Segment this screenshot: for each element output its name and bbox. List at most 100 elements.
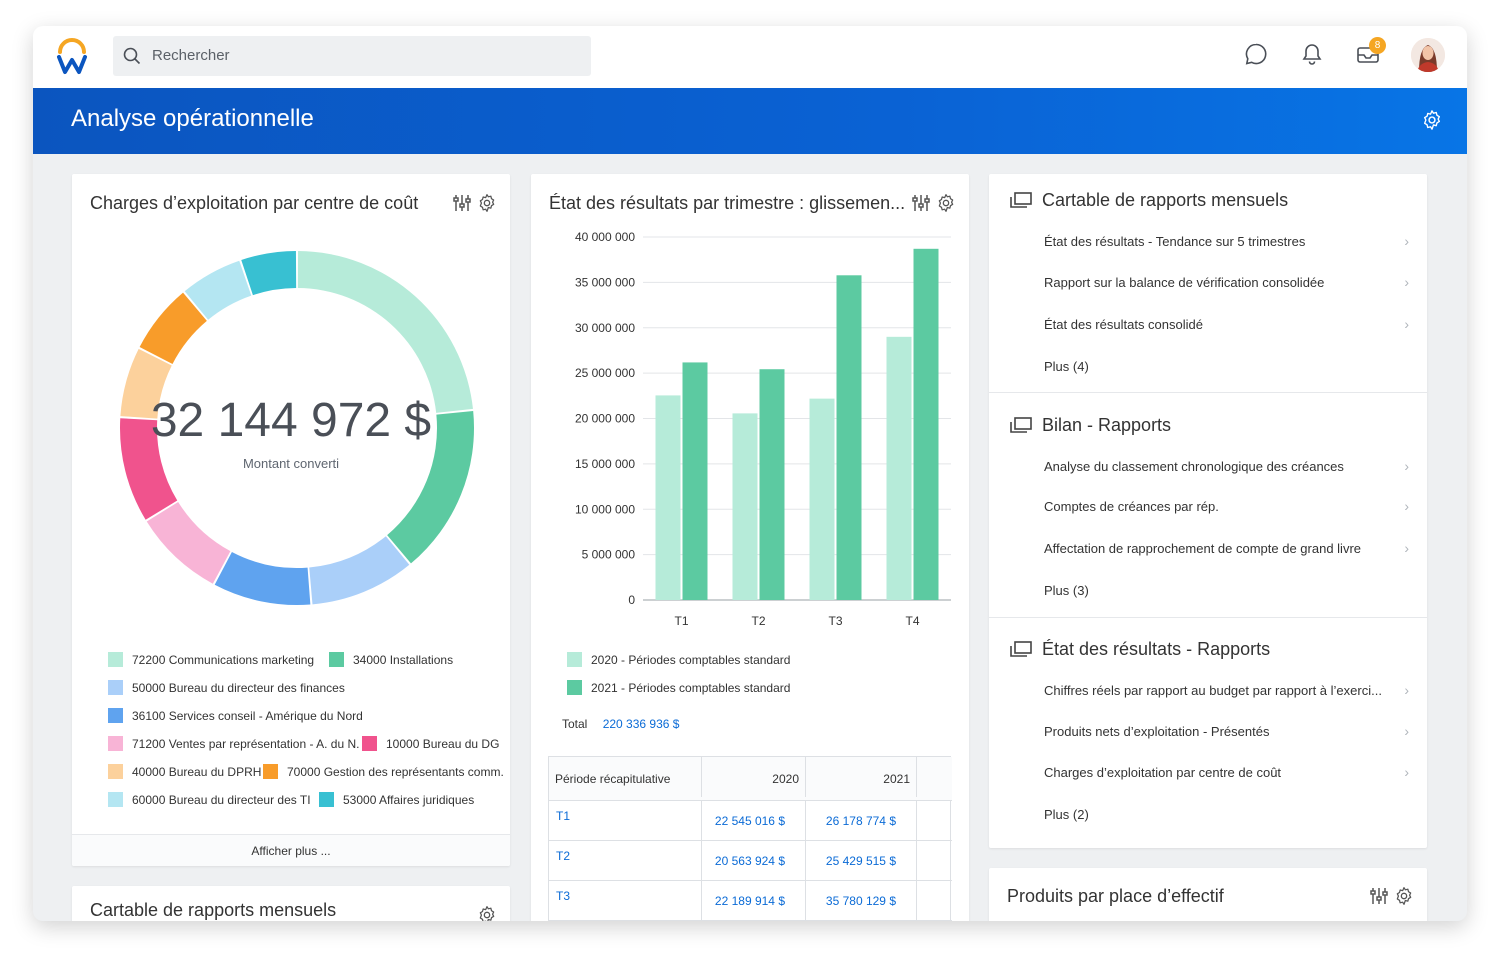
chevron-right-icon: › <box>1404 764 1409 780</box>
report-link[interactable]: Comptes de créances par rép. › <box>1044 498 1409 514</box>
chevron-right-icon: › <box>1404 540 1409 556</box>
legend-item[interactable]: 71200 Ventes par représentation - A. du … <box>108 736 359 751</box>
bar[interactable] <box>886 336 912 600</box>
legend-label: 60000 Bureau du directeur des TI <box>132 793 311 807</box>
y-tick-label: 35 000 000 <box>575 275 635 289</box>
monthly-reports-card: Cartable de rapports mensuels <box>72 886 510 921</box>
legend-item[interactable]: 2021 - Périodes comptables standard <box>567 680 790 695</box>
show-more-button[interactable]: Afficher plus ... <box>72 834 510 866</box>
legend-label: 2020 - Périodes comptables standard <box>591 653 791 667</box>
table-header: Période récapitulative 2020 2021 <box>549 757 952 801</box>
divider <box>989 392 1427 393</box>
more-link[interactable]: Plus (3) <box>1044 583 1409 598</box>
report-link[interactable]: Charges d’exploitation par centre de coû… <box>1044 764 1409 780</box>
report-link[interactable]: Affectation de rapprochement de compte d… <box>1044 540 1409 556</box>
card-title: Cartable de rapports mensuels <box>90 900 337 920</box>
report-section-title[interactable]: Cartable de rapports mensuels <box>1010 190 1288 211</box>
legend-item[interactable]: 34000 Installations <box>329 652 453 667</box>
bar[interactable] <box>759 369 785 600</box>
value-link[interactable]: 20 563 924 $ <box>701 841 805 881</box>
gear-icon[interactable] <box>1394 886 1414 906</box>
more-link[interactable]: Plus (2) <box>1044 807 1409 822</box>
filter-icon[interactable] <box>1369 886 1389 906</box>
value-link[interactable]: 26 178 774 $ <box>805 801 917 841</box>
value-link[interactable]: 22 545 016 $ <box>701 801 805 841</box>
total-amount-label: Montant converti <box>242 456 340 471</box>
report-link[interactable]: État des résultats consolidé › <box>1044 316 1409 332</box>
gear-icon[interactable] <box>1421 109 1443 131</box>
bar[interactable] <box>655 395 681 600</box>
legend-item[interactable]: 2020 - Périodes comptables standard <box>567 652 790 667</box>
page-title: Analyse opérationnelle <box>71 105 314 132</box>
value-link[interactable]: 22 189 914 $ <box>701 881 805 921</box>
value-link[interactable]: 35 780 129 $ <box>805 881 917 921</box>
period-link[interactable]: T1 <box>556 801 570 841</box>
donut-slice[interactable] <box>297 251 473 413</box>
total-value[interactable]: 220 336 936 $ <box>603 717 680 731</box>
legend-label: 34000 Installations <box>353 653 454 667</box>
x-tick-label: T3 <box>828 614 842 628</box>
report-section-title[interactable]: État des résultats - Rapports <box>1010 639 1270 660</box>
chevron-right-icon: › <box>1404 458 1409 474</box>
donut-slice[interactable] <box>146 501 231 584</box>
column-header[interactable]: Période récapitulative <box>555 757 670 797</box>
bell-icon[interactable] <box>1301 42 1323 66</box>
legend-item[interactable]: 50000 Bureau du directeur des finances <box>108 680 345 695</box>
more-link[interactable]: Plus (4) <box>1044 359 1409 374</box>
legend-item[interactable]: 10000 Bureau du DG <box>362 736 499 751</box>
avatar[interactable] <box>1411 38 1445 72</box>
revenue-per-headcount-card: Produits par place d’effectif <box>989 868 1427 921</box>
period-link[interactable]: T2 <box>556 841 570 881</box>
report-section-title[interactable]: Bilan - Rapports <box>1010 415 1171 436</box>
page-header: Analyse opérationnelle <box>33 88 1467 154</box>
legend-swatch <box>108 708 123 723</box>
legend-swatch <box>108 680 123 695</box>
bar[interactable] <box>913 248 939 601</box>
column-header[interactable]: 2020 <box>701 757 805 797</box>
legend-item[interactable]: 72200 Communications marketing <box>108 652 314 667</box>
bar[interactable] <box>836 275 862 600</box>
report-link[interactable]: Analyse du classement chronologique des … <box>1044 458 1409 474</box>
donut-slice[interactable] <box>214 551 311 605</box>
bar[interactable] <box>732 413 758 600</box>
report-link[interactable]: État des résultats - Tendance sur 5 trim… <box>1044 233 1409 249</box>
legend-item[interactable]: 53000 Affaires juridiques <box>319 792 474 807</box>
chat-icon[interactable] <box>1244 42 1268 66</box>
chevron-right-icon: › <box>1404 316 1409 332</box>
legend-label: 2021 - Périodes comptables standard <box>591 681 791 695</box>
user-photo <box>1411 38 1445 72</box>
legend-item[interactable]: 60000 Bureau du directeur des TI <box>108 792 311 807</box>
search-placeholder: Rechercher <box>152 47 230 64</box>
legend-label: 72200 Communications marketing <box>132 653 315 667</box>
legend-item[interactable]: 70000 Gestion des représentants comm. <box>263 764 504 779</box>
search-input[interactable]: Rechercher <box>113 36 591 76</box>
reports-card: Cartable de rapports mensuels État des r… <box>989 174 1427 848</box>
gear-icon[interactable] <box>477 905 497 921</box>
donut-slice[interactable] <box>241 251 297 296</box>
bar[interactable] <box>809 398 835 600</box>
report-link[interactable]: Rapport sur la balance de vérification c… <box>1044 274 1409 290</box>
workday-logo[interactable] <box>55 36 89 76</box>
x-tick-label: T4 <box>905 614 919 628</box>
legend-swatch <box>108 764 123 779</box>
report-link[interactable]: Produits nets d’exploitation - Présentés… <box>1044 723 1409 739</box>
donut-slice[interactable] <box>309 536 410 605</box>
cost-center-card: Charges d’exploitation par centre de coû… <box>72 174 510 866</box>
legend-swatch <box>263 764 278 779</box>
divider <box>989 617 1427 618</box>
period-link[interactable]: T3 <box>556 881 570 921</box>
chevron-right-icon: › <box>1404 233 1409 249</box>
bar[interactable] <box>682 362 708 600</box>
summary-table: Période récapitulative 2020 2021 T1 22 5… <box>548 756 952 921</box>
y-tick-label: 30 000 000 <box>575 321 635 335</box>
legend-item[interactable]: 36100 Services conseil - Amérique du Nor… <box>108 708 363 723</box>
value-link[interactable]: 25 429 515 $ <box>805 841 917 881</box>
legend-item[interactable]: 40000 Bureau du DPRH <box>108 764 261 779</box>
column-header[interactable]: 2021 <box>805 757 917 797</box>
table-row: T2 20 563 924 $ 25 429 515 $ <box>549 841 952 881</box>
report-link[interactable]: Chiffres réels par rapport au budget par… <box>1044 682 1409 698</box>
legend-swatch <box>567 652 582 667</box>
table-row: T3 22 189 914 $ 35 780 129 $ <box>549 881 952 921</box>
chevron-right-icon: › <box>1404 498 1409 514</box>
legend-swatch <box>329 652 344 667</box>
